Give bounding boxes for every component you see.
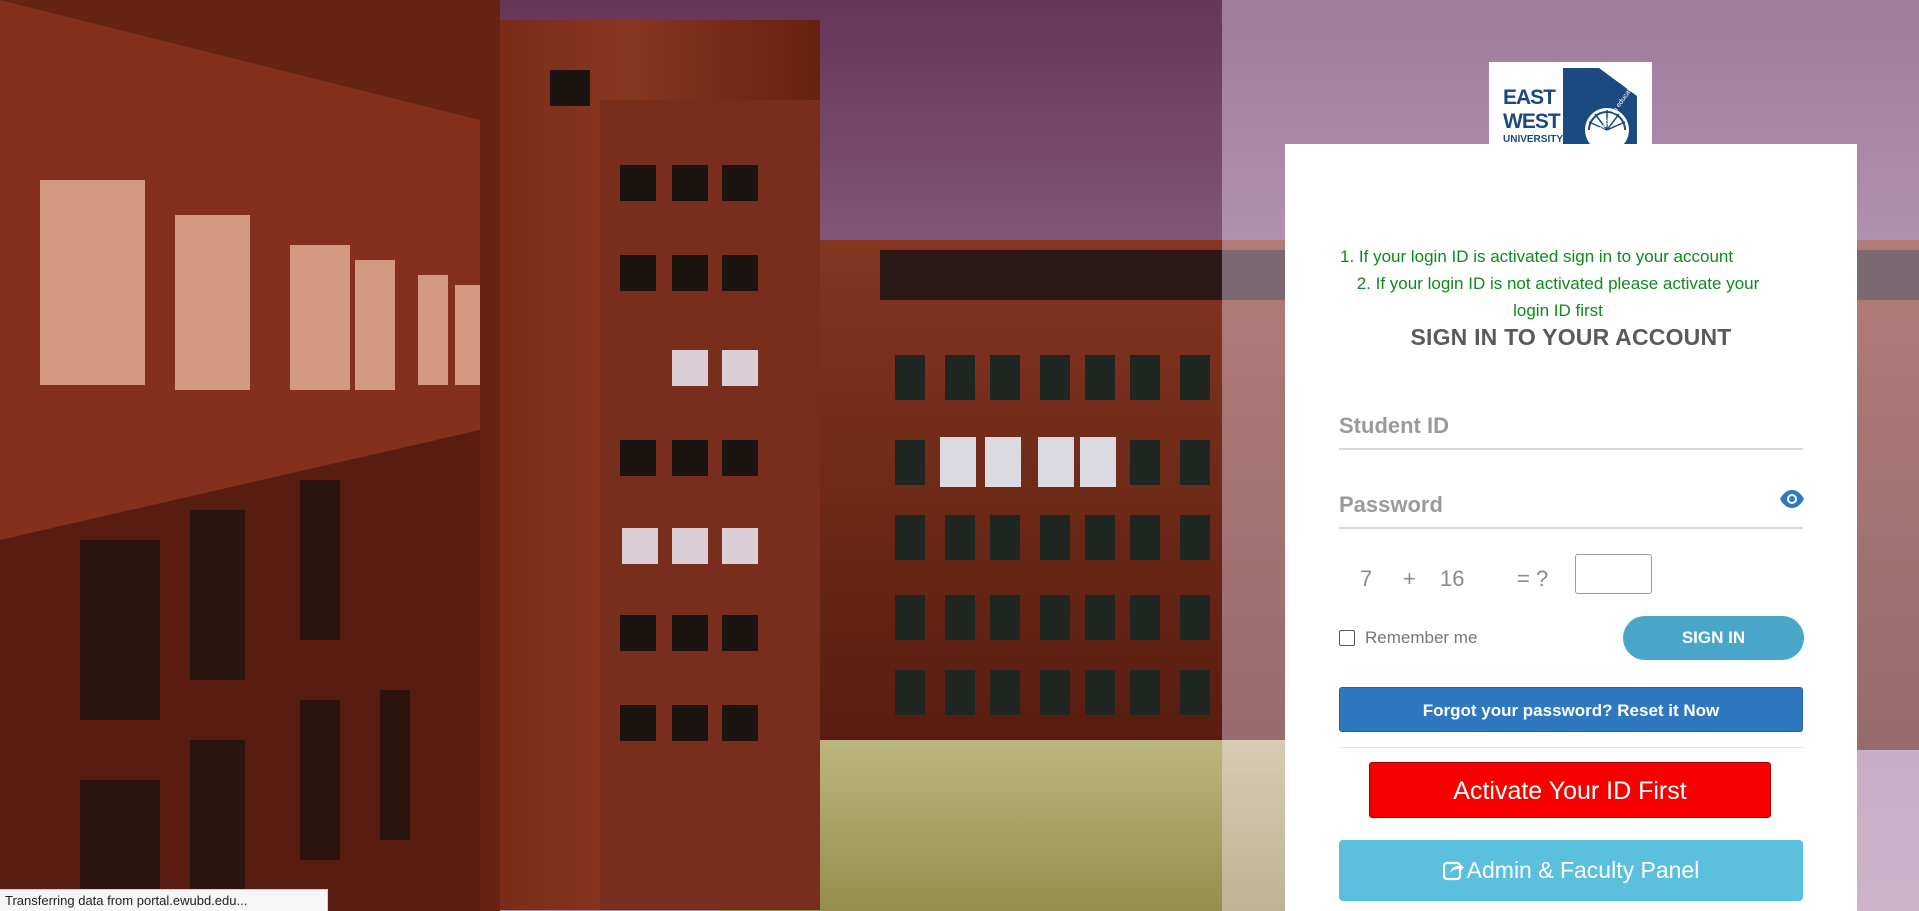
remember-me-label: Remember me xyxy=(1365,628,1478,647)
sign-in-button[interactable]: SIGN IN xyxy=(1623,616,1804,660)
captcha-answer-input[interactable] xyxy=(1575,554,1652,594)
logo-line-west: WEST xyxy=(1503,110,1561,133)
divider xyxy=(1339,747,1803,748)
captcha-operand-a: 7 xyxy=(1360,566,1373,591)
logo-line-east: EAST xyxy=(1503,86,1556,109)
admin-faculty-panel-button[interactable]: Admin & Faculty Panel xyxy=(1339,840,1803,901)
forgot-password-button[interactable]: Forgot your password? Reset it Now xyxy=(1339,687,1803,732)
login-panel: 1. If your login ID is activated sign in… xyxy=(1285,144,1857,911)
activate-id-button[interactable]: Activate Your ID First xyxy=(1369,762,1771,818)
captcha-operand-b: 16 xyxy=(1440,566,1465,591)
remember-me[interactable]: Remember me xyxy=(1339,628,1477,648)
captcha-equals: = ? xyxy=(1517,566,1549,591)
password-input[interactable] xyxy=(1339,483,1803,529)
admin-faculty-panel-label: Admin & Faculty Panel xyxy=(1466,857,1700,883)
login-notice: 1. If your login ID is activated sign in… xyxy=(1338,243,1778,324)
share-icon xyxy=(1442,843,1465,881)
page-title: SIGN IN TO YOUR ACCOUNT xyxy=(1410,324,1732,350)
remember-me-checkbox[interactable] xyxy=(1339,630,1355,646)
notice-line-2: 2. If your login ID is not activated ple… xyxy=(1356,274,1760,320)
notice-line-1: 1. If your login ID is activated sign in… xyxy=(1340,247,1734,266)
browser-status-bar: Transferring data from portal.ewubd.edu.… xyxy=(0,889,328,911)
captcha-operator: + xyxy=(1403,566,1416,591)
student-id-input[interactable] xyxy=(1339,404,1803,450)
eye-icon[interactable] xyxy=(1779,489,1805,509)
